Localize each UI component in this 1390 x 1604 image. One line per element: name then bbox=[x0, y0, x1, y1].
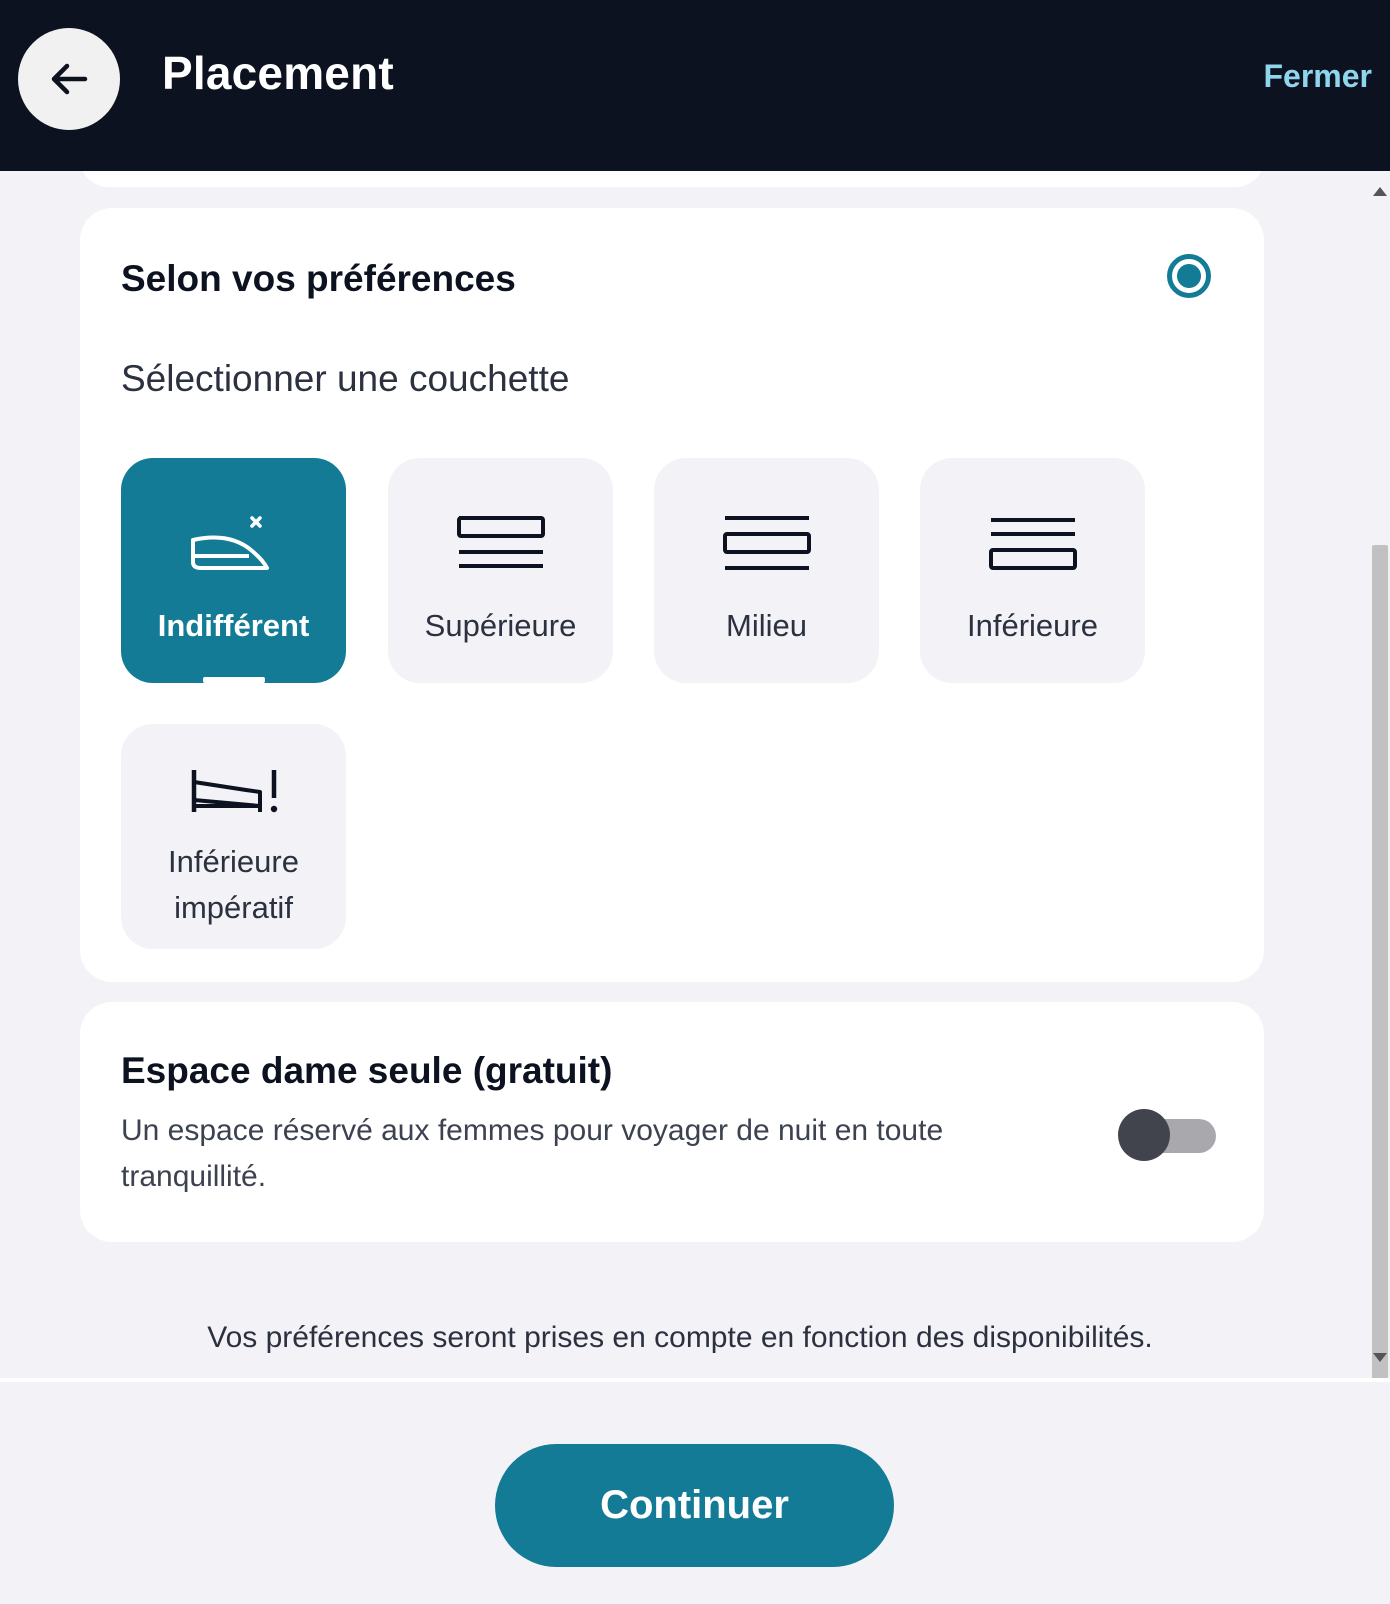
previous-card bbox=[80, 171, 1264, 187]
berth-option-label: Indifférent bbox=[157, 608, 310, 643]
toggle-knob bbox=[1118, 1109, 1170, 1161]
radio-selected-dot bbox=[1177, 264, 1201, 288]
top-bar: Placement Fermer bbox=[0, 0, 1390, 171]
berth-option-lower-mandatory[interactable]: Inférieure impératif bbox=[121, 724, 346, 949]
berth-option-middle[interactable]: Milieu bbox=[654, 458, 879, 683]
preferences-radio[interactable] bbox=[1167, 254, 1211, 298]
ladies-only-title: Espace dame seule (gratuit) bbox=[121, 1050, 613, 1091]
lower-berth-icon bbox=[988, 518, 1077, 570]
berth-option-label: Milieu bbox=[726, 608, 807, 643]
footer-bar: Continuer bbox=[0, 1378, 1390, 1604]
berth-option-label: Inférieure bbox=[967, 608, 1098, 643]
berth-option-upper[interactable]: Supérieure bbox=[388, 458, 613, 683]
availability-note: Vos préférences seront prises en compte … bbox=[207, 1321, 1153, 1354]
select-berth-label: Sélectionner une couchette bbox=[121, 358, 570, 399]
berth-option-label-line1: Inférieure bbox=[168, 844, 299, 879]
page-title: Placement bbox=[162, 47, 394, 99]
arrow-left-icon bbox=[51, 63, 88, 95]
berth-option-label: Supérieure bbox=[424, 608, 577, 643]
content-scroll-area[interactable]: Selon vos préférences Sélectionner une c… bbox=[0, 171, 1390, 1378]
ladies-only-description: Un espace réservé aux femmes pour voyage… bbox=[121, 1114, 944, 1193]
ladies-only-card: Espace dame seule (gratuit) Un espace ré… bbox=[80, 1002, 1264, 1242]
middle-berth-icon bbox=[722, 516, 811, 570]
berth-option-indifferent[interactable]: Indifférent bbox=[121, 458, 346, 683]
scroll-thumb[interactable] bbox=[1372, 545, 1388, 1451]
scrollbar[interactable] bbox=[1362, 171, 1390, 1451]
upper-berth-icon bbox=[456, 516, 545, 568]
continue-button[interactable]: Continuer bbox=[495, 1444, 894, 1567]
close-link[interactable]: Fermer bbox=[1264, 58, 1373, 95]
berth-option-lower[interactable]: Inférieure bbox=[920, 458, 1145, 683]
scroll-down-arrow-icon[interactable] bbox=[1373, 1353, 1387, 1362]
ladies-only-toggle[interactable] bbox=[1118, 1103, 1218, 1161]
selected-indicator bbox=[203, 677, 265, 683]
lower-berth-mandatory-icon bbox=[191, 770, 277, 813]
preferences-title: Selon vos préférences bbox=[121, 258, 516, 299]
no-preference-icon bbox=[190, 516, 269, 570]
back-button[interactable] bbox=[18, 28, 120, 130]
berth-option-label-line2: impératif bbox=[174, 890, 293, 925]
preferences-card: Selon vos préférences Sélectionner une c… bbox=[80, 208, 1264, 982]
scroll-up-arrow-icon[interactable] bbox=[1373, 187, 1387, 196]
berth-option-label: Inférieure impératif bbox=[121, 839, 346, 931]
